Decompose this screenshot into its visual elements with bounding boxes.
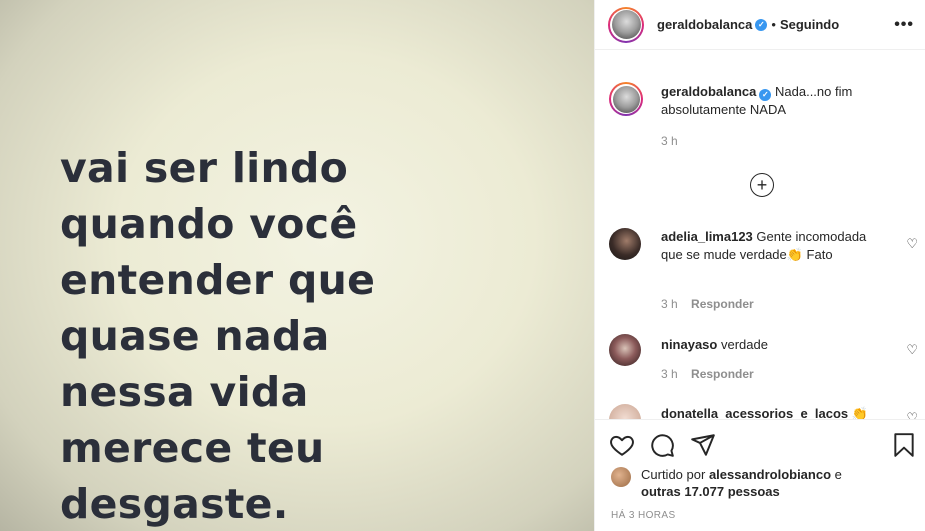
post-image[interactable]: vai ser lindo quando você entender que q… — [0, 0, 594, 531]
post-side-panel: geraldobalanca ✓ • Seguindo ••• geraldob… — [594, 0, 925, 531]
caption-time: 3 h — [661, 134, 678, 148]
author-avatar[interactable] — [608, 6, 644, 43]
header-meta: geraldobalanca ✓ • Seguindo — [657, 17, 839, 32]
comment-meta: 3 h Responder — [661, 367, 754, 381]
comment-time: 3 h — [661, 297, 678, 311]
commenter-avatar[interactable] — [609, 334, 641, 366]
post-image-line: merece teu — [60, 424, 325, 472]
separator-dot: • — [771, 17, 776, 32]
comment-username[interactable]: donatella_acessorios_e_lacos — [661, 406, 848, 420]
comments-area[interactable]: geraldobalanca ✓ Nada...no fim absolutame… — [595, 68, 925, 420]
likes-prefix: Curtido por — [641, 467, 706, 482]
post-actions: Curtido por alessandrolobianco e outras … — [595, 419, 925, 531]
post-image-line: quase nada — [60, 312, 330, 360]
commenter-avatar[interactable] — [609, 228, 641, 260]
post-image-line: entender que — [60, 256, 376, 304]
following-button[interactable]: Seguindo — [780, 17, 839, 32]
comment-body: ninayaso verdade — [661, 336, 883, 354]
load-more-comments-icon[interactable]: + — [750, 173, 774, 197]
instagram-post-view: vai ser lindo quando você entender que q… — [0, 0, 925, 531]
share-icon[interactable] — [690, 432, 716, 458]
author-username[interactable]: geraldobalanca — [657, 17, 752, 32]
comment-like-heart-icon[interactable]: ♡ — [906, 342, 918, 358]
more-options-icon[interactable]: ••• — [894, 16, 914, 34]
avatar-image — [612, 85, 640, 113]
verified-badge-icon: ✓ — [759, 89, 772, 101]
caption-avatar[interactable] — [609, 82, 643, 116]
heart-icon[interactable] — [609, 432, 635, 458]
bookmark-icon[interactable] — [891, 432, 917, 458]
post-image-text: vai ser lindo quando você entender que q… — [60, 140, 580, 531]
comment-time: 3 h — [661, 367, 678, 381]
comment-body: adelia_lima123 Gente incomodada que se m… — [661, 228, 883, 264]
comment-username[interactable]: adelia_lima123 — [661, 229, 753, 244]
commenter-avatar[interactable] — [609, 404, 641, 420]
post-image-line: quando você — [60, 200, 358, 248]
caption-username[interactable]: geraldobalanca — [661, 84, 756, 99]
likes-summary: Curtido por alessandrolobianco e outras … — [611, 466, 871, 500]
post-image-line: desgaste. — [60, 480, 289, 528]
verified-badge-icon: ✓ — [755, 18, 768, 31]
liker-username[interactable]: alessandrolobianco — [709, 467, 831, 482]
caption-body: geraldobalanca ✓ Nada...no fim absolutame… — [661, 83, 883, 119]
comment-meta: 3 h Responder — [661, 297, 754, 311]
liker-avatar[interactable] — [611, 467, 631, 487]
reply-button[interactable]: Responder — [691, 297, 754, 311]
likes-others-link[interactable]: outras 17.077 pessoas — [641, 484, 780, 499]
comment-like-heart-icon[interactable]: ♡ — [906, 236, 918, 252]
caption-meta: 3 h — [661, 134, 678, 148]
reply-button[interactable]: Responder — [691, 367, 754, 381]
comment-body: donatella_acessorios_e_lacos 👏 — [661, 405, 883, 420]
post-image-line: vai ser lindo — [60, 144, 349, 192]
comment-username[interactable]: ninayaso — [661, 337, 717, 352]
comment-text: 👏 — [851, 406, 868, 420]
likes-middle: e — [834, 467, 842, 482]
comment-text: verdade — [720, 337, 768, 352]
post-header: geraldobalanca ✓ • Seguindo ••• — [595, 0, 925, 50]
avatar-image — [611, 10, 641, 39]
post-timestamp: HÁ 3 HORAS — [611, 510, 676, 521]
likes-text: Curtido por alessandrolobianco e outras … — [641, 466, 871, 500]
comment-icon[interactable] — [649, 432, 675, 458]
post-image-line: nessa vida — [60, 368, 309, 416]
